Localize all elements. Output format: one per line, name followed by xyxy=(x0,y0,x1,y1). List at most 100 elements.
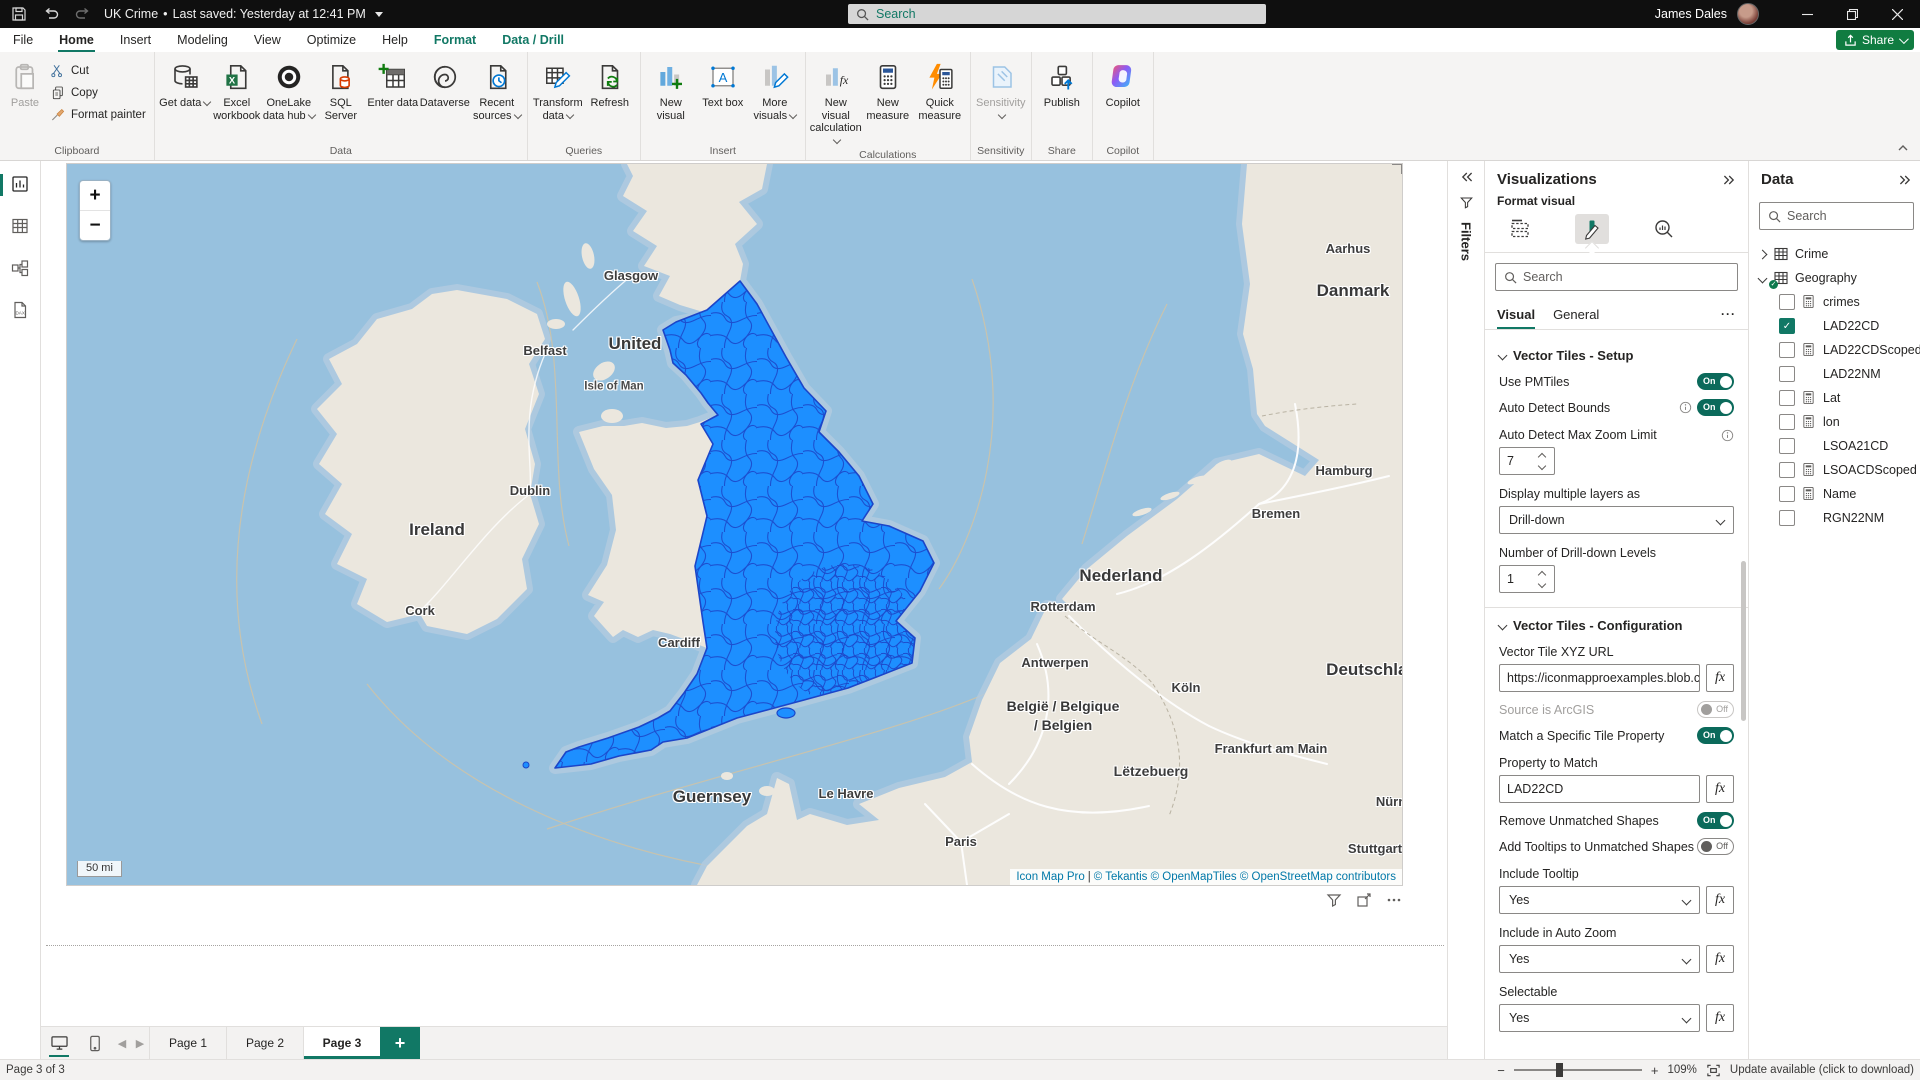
sidebar-report-view[interactable] xyxy=(0,171,40,199)
property-to-match-fx-button[interactable]: fx xyxy=(1706,775,1734,803)
onelake-data-hub-button[interactable]: OneLake data hub xyxy=(263,56,315,136)
field-checkbox[interactable] xyxy=(1779,294,1795,310)
paste-button[interactable]: Paste xyxy=(4,56,46,136)
get-data-button[interactable]: Get data xyxy=(159,56,211,136)
spinner-arrows[interactable] xyxy=(1534,572,1554,587)
sidebar-dax-query-view[interactable]: DAX xyxy=(0,297,40,325)
format-search-input[interactable]: Search xyxy=(1495,263,1738,291)
fields-tab-icon[interactable] xyxy=(1503,214,1537,244)
field-name[interactable]: Name xyxy=(1757,482,1918,506)
next-page-arrow[interactable]: ▶ xyxy=(131,1027,149,1059)
field-lad22cdscoped[interactable]: LAD22CDScoped xyxy=(1757,338,1918,362)
spinner-arrows[interactable] xyxy=(1534,454,1554,469)
field-checkbox[interactable] xyxy=(1779,510,1795,526)
table-geography[interactable]: ✓Geography xyxy=(1757,266,1918,290)
mobile-layout-button[interactable] xyxy=(77,1027,113,1059)
field-checkbox[interactable] xyxy=(1779,390,1795,406)
field-lad22nm[interactable]: LAD22NM xyxy=(1757,362,1918,386)
add-page-button[interactable]: + xyxy=(380,1027,420,1059)
source-is-arcgis-toggle[interactable]: Off xyxy=(1697,701,1734,718)
field-checkbox[interactable]: ✓ xyxy=(1779,318,1795,334)
dataverse-button[interactable]: Dataverse xyxy=(419,56,471,136)
chevron-down-icon[interactable] xyxy=(1757,273,1767,283)
zoom-slider-thumb[interactable] xyxy=(1556,1063,1563,1077)
prev-page-arrow[interactable]: ◀ xyxy=(113,1027,131,1059)
use-pmtiles-toggle[interactable]: On xyxy=(1697,373,1734,390)
new-visual-calculation-button[interactable]: fxNew visual calculation xyxy=(810,56,862,147)
sql-server-button[interactable]: SQL Server xyxy=(315,56,367,136)
analytics-tab-icon[interactable] xyxy=(1647,214,1681,244)
section-vector-tiles-setup[interactable]: Vector Tiles - Setup xyxy=(1499,348,1734,363)
page-tab-page-1[interactable]: Page 1 xyxy=(149,1027,226,1059)
field-checkbox[interactable] xyxy=(1779,366,1795,382)
include-tooltip-dropdown[interactable]: Yes xyxy=(1499,886,1700,914)
vector-tile-xyz-url-fx-button[interactable]: fx xyxy=(1706,664,1734,692)
property-to-match-input[interactable]: LAD22CD xyxy=(1499,775,1700,803)
zoom-in-button[interactable]: + xyxy=(80,181,110,211)
avatar[interactable] xyxy=(1737,3,1759,25)
include-tooltip-fx-button[interactable]: fx xyxy=(1706,886,1734,914)
display-multiple-layers-as-dropdown[interactable]: Drill-down xyxy=(1499,506,1734,534)
new-measure-button[interactable]: New measure xyxy=(862,56,914,136)
auto-detect-max-zoom-limit-spinner[interactable]: 7 xyxy=(1499,447,1555,475)
sensitivity-button[interactable]: Sensitivity xyxy=(975,56,1027,136)
text-box-button[interactable]: AText box xyxy=(697,56,749,136)
attribution-link[interactable]: © OpenStreetMap contributors xyxy=(1240,871,1396,883)
tab-general[interactable]: General xyxy=(1553,299,1599,329)
field-lsoacdscoped[interactable]: LSOACDScoped xyxy=(1757,458,1918,482)
fit-to-page-icon[interactable] xyxy=(1706,1063,1721,1078)
scrollbar[interactable] xyxy=(1741,561,1746,721)
icon-map-visual[interactable]: + − 50 mi Icon Map Pro|© Tekantis © Open… xyxy=(66,163,1403,886)
more-visuals-button[interactable]: More visuals xyxy=(749,56,801,136)
undo-icon[interactable] xyxy=(38,4,64,24)
menu-data-drill[interactable]: Data / Drill xyxy=(489,28,577,52)
focus-mode-icon[interactable] xyxy=(1356,892,1372,908)
page-tab-page-2[interactable]: Page 2 xyxy=(226,1027,303,1059)
page-tab-page-3[interactable]: Page 3 xyxy=(303,1027,380,1059)
field-lad22cd[interactable]: ✓LAD22CD xyxy=(1757,314,1918,338)
menu-optimize[interactable]: Optimize xyxy=(294,28,369,52)
visual-resize-handle[interactable] xyxy=(1392,163,1403,174)
desktop-layout-button[interactable] xyxy=(41,1027,77,1059)
data-search-input[interactable]: Search xyxy=(1759,202,1914,230)
field-checkbox[interactable] xyxy=(1779,414,1795,430)
excel-workbook-button[interactable]: XExcel workbook xyxy=(211,56,263,136)
menu-view[interactable]: View xyxy=(241,28,294,52)
add-tooltips-to-unmatched-shapes-toggle[interactable]: Off xyxy=(1697,838,1734,855)
share-button[interactable]: Share xyxy=(1836,30,1914,50)
recent-sources-button[interactable]: Recent sources xyxy=(471,56,523,136)
field-checkbox[interactable] xyxy=(1779,342,1795,358)
zoom-slider[interactable] xyxy=(1514,1069,1642,1071)
title-caret-icon[interactable] xyxy=(375,12,383,17)
field-checkbox[interactable] xyxy=(1779,462,1795,478)
minimize-button[interactable] xyxy=(1785,0,1830,28)
copilot-button[interactable]: Copilot xyxy=(1097,56,1149,136)
chevron-right-icon[interactable] xyxy=(1757,249,1767,259)
remove-unmatched-shapes-toggle[interactable]: On xyxy=(1697,812,1734,829)
filter-icon[interactable] xyxy=(1459,195,1474,210)
user-name[interactable]: James Dales xyxy=(1655,7,1727,21)
attribution-link[interactable]: © OpenMapTiles xyxy=(1151,871,1237,883)
cut-button[interactable]: Cut xyxy=(46,60,150,82)
sidebar-table-view[interactable] xyxy=(0,213,40,241)
more-options-icon[interactable]: ··· xyxy=(1721,307,1736,321)
selectable-dropdown[interactable]: Yes xyxy=(1499,1004,1700,1032)
filter-icon[interactable] xyxy=(1326,892,1342,908)
selectable-fx-button[interactable]: fx xyxy=(1706,1004,1734,1032)
close-button[interactable] xyxy=(1875,0,1920,28)
sidebar-model-view[interactable] xyxy=(0,255,40,283)
table-crime[interactable]: Crime xyxy=(1757,242,1918,266)
include-in-auto-zoom-fx-button[interactable]: fx xyxy=(1706,945,1734,973)
field-lon[interactable]: lon xyxy=(1757,410,1918,434)
menu-modeling[interactable]: Modeling xyxy=(164,28,241,52)
field-checkbox[interactable] xyxy=(1779,438,1795,454)
menu-home[interactable]: Home xyxy=(46,28,107,52)
document-title[interactable]: UK Crime • Last saved: Yesterday at 12:4… xyxy=(104,7,383,21)
enter-data-button[interactable]: Enter data xyxy=(367,56,419,136)
zoom-out-button[interactable]: − xyxy=(1497,1063,1505,1078)
field-checkbox[interactable] xyxy=(1779,486,1795,502)
transform-data-button[interactable]: Transform data xyxy=(532,56,584,136)
format-tab-icon[interactable] xyxy=(1575,214,1609,244)
collapse-pane-icon[interactable] xyxy=(1898,172,1914,188)
save-icon[interactable] xyxy=(6,4,32,24)
